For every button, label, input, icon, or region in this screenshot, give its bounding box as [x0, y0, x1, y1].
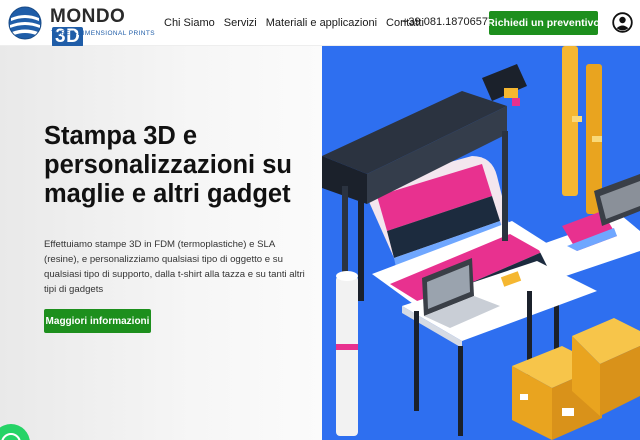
- logo[interactable]: MONDO3D THREE-DIMENSIONAL PRINTS: [8, 4, 156, 47]
- logo-tagline: THREE-DIMENSIONAL PRINTS: [51, 30, 155, 37]
- printer-illustration: [322, 46, 640, 440]
- site-header: MONDO3D THREE-DIMENSIONAL PRINTS Chi Sia…: [0, 0, 640, 47]
- phone-number[interactable]: +39 081.18706577: [402, 16, 494, 28]
- quote-request-button[interactable]: Richiedi un preventivo: [487, 11, 600, 35]
- main-nav: Chi Siamo Servizi Materiali e applicazio…: [164, 0, 433, 46]
- logo-word: MONDO: [50, 6, 126, 27]
- logo-wordmark: MONDO3D: [50, 7, 156, 47]
- whatsapp-icon[interactable]: [0, 424, 30, 440]
- user-circle-icon[interactable]: [612, 12, 633, 33]
- hero-title: Stampa 3D e personalizzazioni su maglie …: [44, 122, 292, 208]
- globe-logo-icon: [8, 6, 42, 40]
- nav-servizi[interactable]: Servizi: [224, 17, 257, 29]
- nav-materiali[interactable]: Materiali e applicazioni: [266, 17, 377, 29]
- nav-chi-siamo[interactable]: Chi Siamo: [164, 17, 215, 29]
- whatsapp-glyph-icon: [1, 433, 21, 440]
- hero-description: Effettuiamo stampe 3D in FDM (termoplast…: [44, 239, 305, 295]
- hero-illustration: [322, 46, 640, 440]
- printer-panel: [504, 88, 518, 98]
- more-info-button[interactable]: Maggiori informazioni: [44, 309, 151, 333]
